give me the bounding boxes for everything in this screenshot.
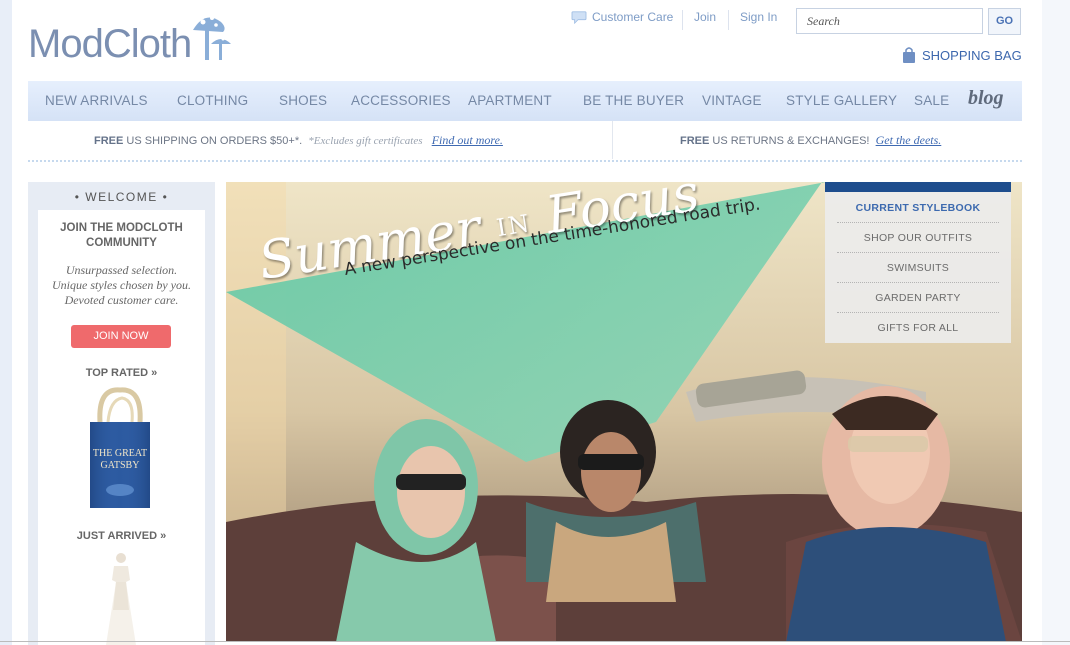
free-label: FREE: [94, 135, 124, 147]
search-input[interactable]: Search: [796, 8, 983, 34]
find-out-more-link[interactable]: Find out more.: [432, 133, 503, 147]
menu-divider: [837, 282, 999, 283]
search-go-button[interactable]: GO: [988, 8, 1021, 35]
white-dress-product-image[interactable]: [96, 550, 146, 645]
logo-wordmark: ModCloth: [28, 22, 192, 66]
gatsby-tote-product-image[interactable]: THE GREAT GATSBY: [84, 386, 156, 512]
free-label: FREE: [680, 135, 710, 147]
free-returns-banner: FREE US RETURNS & EXCHANGES! Get the dee…: [680, 133, 941, 148]
page-container: ModCloth Customer Care Join Sign In Sear…: [12, 0, 1042, 645]
tote-text: THE GREAT: [93, 448, 147, 459]
shipping-note: *Excludes gift certificates: [308, 135, 423, 147]
join-community-box: JOIN THE MODCLOTH COMMUNITY Unsurpassed …: [38, 210, 205, 645]
customer-care-label: Customer Care: [592, 10, 674, 24]
nav-vintage[interactable]: VINTAGE: [702, 93, 762, 108]
free-shipping-banner: FREE US SHIPPING ON ORDERS $50+*. *Exclu…: [94, 133, 503, 148]
stylebook-menu: CURRENT STYLEBOOK SHOP OUR OUTFITS SWIMS…: [825, 182, 1011, 343]
hero-banner[interactable]: Summer IN Focus A new perspective on the…: [226, 182, 1022, 642]
community-tagline: Unsurpassed selection. Unique styles cho…: [38, 263, 205, 308]
garden-party-link[interactable]: GARDEN PARTY: [825, 292, 1011, 304]
just-arrived-link[interactable]: JUST ARRIVED »: [38, 530, 205, 542]
join-link[interactable]: Join: [694, 10, 716, 24]
shopping-bag-label: SHOPPING BAG: [922, 47, 1022, 63]
join-community-title: JOIN THE MODCLOTH COMMUNITY: [38, 221, 205, 251]
menu-divider: [837, 252, 999, 253]
shop-our-outfits-link[interactable]: SHOP OUR OUTFITS: [825, 232, 1011, 244]
nav-style-gallery[interactable]: STYLE GALLERY: [786, 93, 897, 108]
main-nav: NEW ARRIVALS CLOTHING SHOES ACCESSORIES …: [28, 81, 1022, 121]
modcloth-logo[interactable]: ModCloth: [28, 8, 235, 68]
mushroom-logo-icon: [193, 16, 232, 60]
menu-divider: [837, 312, 999, 313]
gifts-for-all-link[interactable]: GIFTS FOR ALL: [825, 322, 1011, 334]
shipping-text: US SHIPPING ON ORDERS $50+*.: [126, 135, 303, 147]
nav-apartment[interactable]: APARTMENT: [468, 93, 552, 108]
nav-clothing[interactable]: CLOTHING: [177, 93, 248, 108]
welcome-heading: • WELCOME •: [74, 190, 169, 204]
swimsuits-link[interactable]: SWIMSUITS: [825, 262, 1011, 274]
welcome-sidebar: • WELCOME • JOIN THE MODCLOTH COMMUNITY …: [28, 182, 215, 645]
tagline-line: Devoted customer care.: [64, 293, 179, 307]
util-divider: [728, 10, 729, 30]
menu-divider: [837, 222, 999, 223]
top-rated-link[interactable]: TOP RATED »: [38, 367, 205, 379]
title-line: JOIN THE MODCLOTH: [60, 222, 183, 234]
dotted-divider: [28, 160, 1022, 162]
sign-in-link[interactable]: Sign In: [740, 10, 777, 24]
nav-shoes[interactable]: SHOES: [279, 93, 327, 108]
tote-text: GATSBY: [101, 460, 140, 471]
join-now-button[interactable]: JOIN NOW: [71, 325, 171, 348]
nav-new-arrivals[interactable]: NEW ARRIVALS: [45, 93, 148, 108]
window-bottom-edge: [0, 641, 1070, 642]
util-divider: [682, 10, 683, 30]
shopping-bag-icon: [903, 47, 915, 63]
stylebook-top-bar: [825, 182, 1011, 192]
get-the-deets-link[interactable]: Get the deets.: [876, 133, 942, 147]
tagline-line: Unsurpassed selection.: [65, 263, 178, 277]
nav-accessories[interactable]: ACCESSORIES: [351, 93, 451, 108]
current-stylebook-link[interactable]: CURRENT STYLEBOOK: [825, 202, 1011, 214]
nav-sale[interactable]: SALE: [914, 93, 949, 108]
page-right-gutter: [1042, 0, 1070, 645]
shopping-bag-link[interactable]: SHOPPING BAG: [902, 46, 1022, 64]
nav-blog[interactable]: blog: [968, 87, 1004, 110]
customer-care-link[interactable]: Customer Care: [570, 10, 673, 24]
returns-text: US RETURNS & EXCHANGES!: [712, 135, 870, 147]
nav-be-the-buyer[interactable]: BE THE BUYER: [583, 93, 684, 108]
chat-bubble-icon: [571, 11, 587, 24]
tagline-line: Unique styles chosen by you.: [52, 278, 191, 292]
shipping-divider: [612, 121, 613, 159]
title-line: COMMUNITY: [86, 237, 157, 249]
